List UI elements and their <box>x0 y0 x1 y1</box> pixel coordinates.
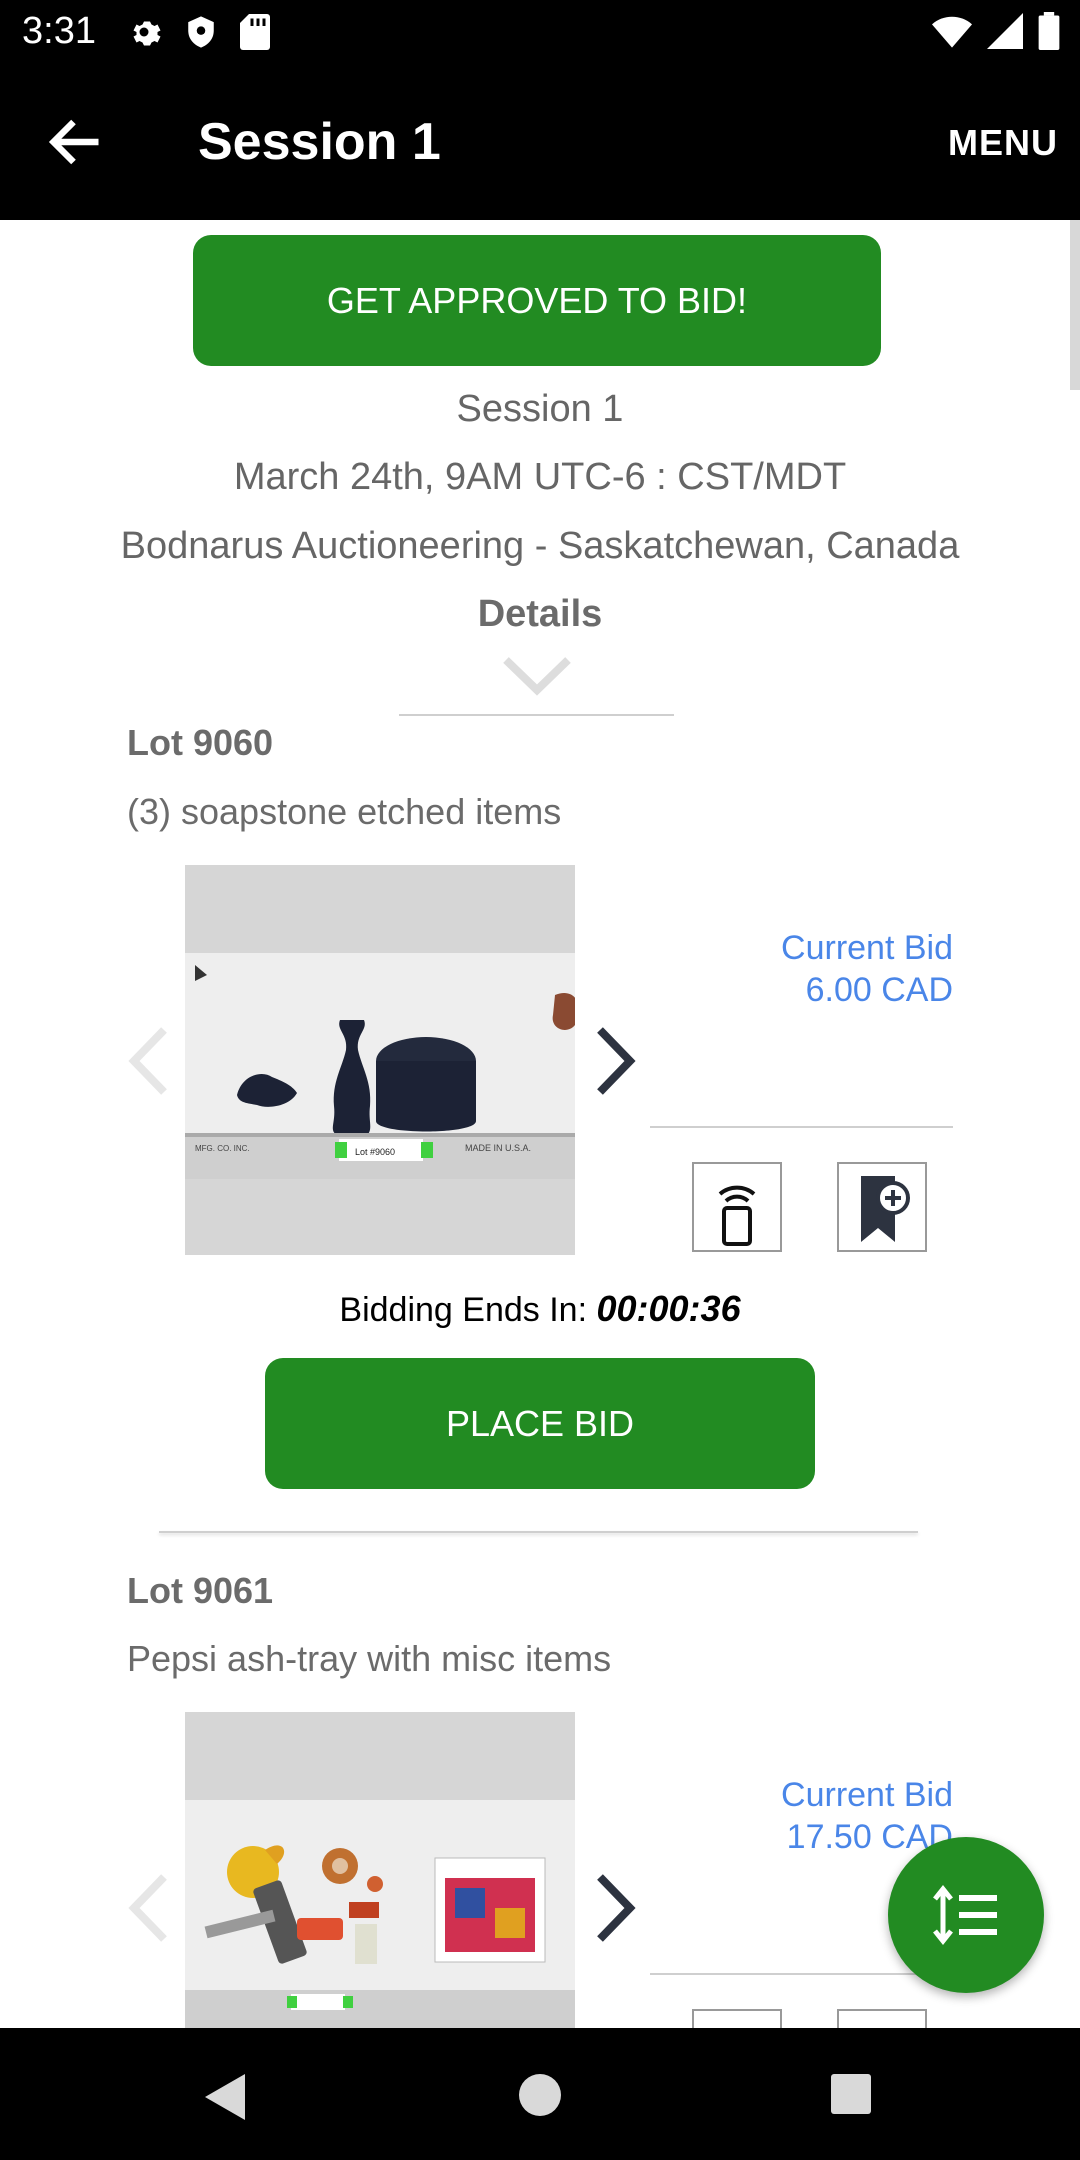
lot-separator <box>159 1531 918 1533</box>
lot-description: Pepsi ash-tray with misc items <box>127 1638 612 1679</box>
bookmark-add-icon <box>861 1176 910 1242</box>
chevron-down-icon[interactable] <box>502 656 572 698</box>
svg-text:MFG. CO. INC.: MFG. CO. INC. <box>195 1144 250 1153</box>
nav-back-icon[interactable] <box>203 2072 247 2122</box>
current-bid-value: 6.00 CAD <box>805 971 953 1009</box>
session-auctioneer: Bodnarus Auctioneering - Saskatchewan, C… <box>120 525 960 567</box>
sort-list-icon <box>933 1885 997 1945</box>
chevron-right-icon[interactable] <box>594 1873 638 1943</box>
place-bid-button[interactable]: PLACE BID <box>265 1358 815 1489</box>
svg-text:MADE IN U.S.A.: MADE IN U.S.A. <box>465 1143 531 1153</box>
timer-value: 00:00:36 <box>596 1288 741 1329</box>
lot-image[interactable]: MFG. CO. INC. MADE IN U.S.A. Lot #9060 <box>185 865 575 1255</box>
get-approved-button[interactable]: GET APPROVED TO BID! <box>193 235 881 366</box>
signal-icon <box>987 13 1023 49</box>
lot-title[interactable]: Lot 9061 <box>127 1570 273 1612</box>
shield-icon <box>188 16 214 48</box>
lot-title[interactable]: Lot 9060 <box>127 722 273 764</box>
details-toggle[interactable]: Details <box>0 593 1080 636</box>
settings-icon <box>133 21 161 46</box>
lot-image[interactable] <box>185 1712 575 2028</box>
page-title: Session 1 <box>198 113 441 171</box>
system-nav-bar <box>0 2028 1080 2160</box>
session-date: March 24th, 9AM UTC-6 : CST/MDT <box>233 456 847 498</box>
status-time: 3:31 <box>22 10 96 52</box>
lot-description: (3) soapstone etched items <box>127 791 562 832</box>
bid-divider <box>650 1973 953 1975</box>
current-bid-label: Current Bid <box>781 929 953 967</box>
bid-divider <box>650 1126 953 1128</box>
watchlist-button[interactable] <box>837 2009 927 2028</box>
sd-card-icon <box>240 14 270 50</box>
nav-home-icon[interactable] <box>518 2073 562 2117</box>
app-bar: Session 1 MENU <box>0 66 1080 220</box>
chevron-right-icon[interactable] <box>594 1026 638 1096</box>
chevron-left-icon[interactable] <box>126 1873 170 1943</box>
nav-recents-icon[interactable] <box>830 2073 872 2115</box>
jump-to-lot-fab[interactable] <box>888 1837 1044 1993</box>
remote-bid-button[interactable] <box>692 1162 782 1252</box>
session-name: Session 1 <box>456 388 624 430</box>
wifi-icon <box>932 16 972 48</box>
back-arrow-icon[interactable] <box>46 112 106 172</box>
remote-bid-button[interactable] <box>692 2009 782 2028</box>
menu-button[interactable]: MENU <box>948 122 1058 164</box>
status-bar: 3:31 <box>0 0 1080 66</box>
remote-phone-icon <box>718 1185 756 1246</box>
svg-text:Lot #9060: Lot #9060 <box>355 1147 395 1157</box>
battery-icon <box>1038 12 1060 50</box>
watchlist-button[interactable] <box>837 1162 927 1252</box>
session-content: GET APPROVED TO BID! Session 1 March 24t… <box>0 220 1080 2028</box>
timer-label: Bidding Ends In: <box>339 1291 588 1329</box>
details-divider <box>399 714 674 716</box>
chevron-left-icon[interactable] <box>126 1026 170 1096</box>
bidding-timer: Bidding Ends In: 00:00:36 <box>0 1288 1080 1330</box>
current-bid-label: Current Bid <box>781 1776 953 1814</box>
